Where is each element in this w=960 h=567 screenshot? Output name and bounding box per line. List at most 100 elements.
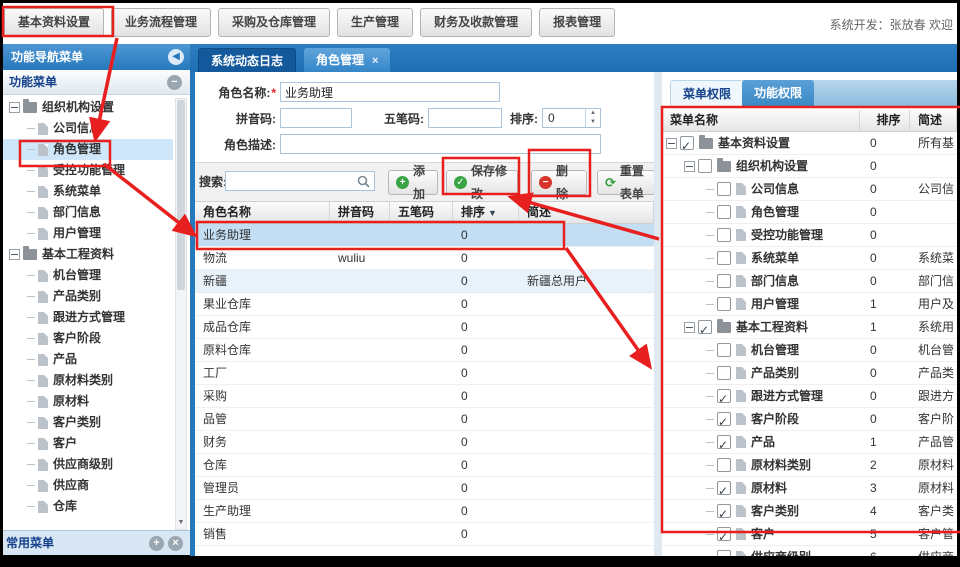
sidebar-item-13[interactable]: 产品 [3,349,173,370]
permission-row-1[interactable]: 基本资料设置0所有基 [662,132,957,155]
tree-expander-icon[interactable] [684,161,695,172]
permission-row-15[interactable]: 原材料类别2原材料 [662,454,957,477]
sidebar-item-9[interactable]: 机台管理 [3,265,173,286]
checkbox-unchecked[interactable] [698,159,712,173]
perm-column-header-2[interactable]: 排序 [860,110,910,132]
sidebar-item-10[interactable]: 产品类别 [3,286,173,307]
spinner-arrows-icon[interactable]: ▲▼ [585,109,600,127]
sidebar-item-12[interactable]: 客户阶段 [3,328,173,349]
tree-expander-icon[interactable] [9,249,20,260]
sidebar-item-3[interactable]: 角色管理 [3,139,173,160]
tab-close-icon[interactable]: × [372,55,378,67]
permission-row-11[interactable]: 产品类别0产品类 [662,362,957,385]
checkbox-unchecked[interactable] [717,205,731,219]
menu-item-5[interactable]: 财务及收款管理 [420,8,532,37]
checkbox-checked[interactable] [717,389,731,403]
sidebar-item-11[interactable]: 跟进方式管理 [3,307,173,328]
sidebar-item-15[interactable]: 原材料 [3,391,173,412]
checkbox-unchecked[interactable] [717,274,731,288]
collapse-minus-icon[interactable]: − [167,75,182,90]
table-row-13[interactable]: 生产助理0 [195,500,654,523]
checkbox-unchecked[interactable] [717,297,731,311]
checkbox-checked[interactable] [717,435,731,449]
column-header-3[interactable]: 五笔码 [390,202,453,224]
button-refresh[interactable]: ⟳重置表单 [597,170,655,195]
checkbox-unchecked[interactable] [717,550,731,556]
add-circle-icon[interactable]: + [149,536,164,551]
table-row-2[interactable]: 物流wuliu0 [195,247,654,270]
sidebar-item-17[interactable]: 客户 [3,433,173,454]
permission-row-2[interactable]: 组织机构设置0 [662,155,957,178]
checkbox-unchecked[interactable] [717,343,731,357]
sidebar-item-4[interactable]: 受控功能管理 [3,160,173,181]
tab-角色管理[interactable]: 角色管理× [304,48,390,72]
menu-item-3[interactable]: 采购及仓库管理 [218,8,330,37]
order-spinner[interactable]: 0 ▲▼ [542,108,601,128]
button-plus[interactable]: +添加 [388,170,438,195]
permission-row-6[interactable]: 系统菜单0系统菜 [662,247,957,270]
permission-row-16[interactable]: 原材料3原材料 [662,477,957,500]
sidebar-item-20[interactable]: 仓库 [3,496,173,517]
table-row-12[interactable]: 管理员0 [195,477,654,500]
role-name-input[interactable] [280,82,500,102]
menu-item-2[interactable]: 业务流程管理 [111,8,211,37]
checkbox-checked[interactable] [698,320,712,334]
permission-row-18[interactable]: 客户5客户管 [662,523,957,546]
menu-item-4[interactable]: 生产管理 [337,8,413,37]
checkbox-unchecked[interactable] [717,366,731,380]
table-row-3[interactable]: 新疆0新疆总用户 [195,270,654,293]
sidebar-item-14[interactable]: 原材料类别 [3,370,173,391]
table-row-10[interactable]: 财务0 [195,431,654,454]
perm-column-header-3[interactable]: 简述 [910,110,957,132]
panel-splitter[interactable] [654,72,662,556]
permission-row-17[interactable]: 客户类别4客户类 [662,500,957,523]
permission-row-4[interactable]: 角色管理0 [662,201,957,224]
column-header-5[interactable]: 简述 [519,202,654,224]
permission-row-14[interactable]: 产品1产品管 [662,431,957,454]
close-circle-icon[interactable]: × [168,536,183,551]
permission-row-10[interactable]: 机台管理0机台管 [662,339,957,362]
sidebar-item-2[interactable]: 公司信息 [3,118,173,139]
perm-column-header-1[interactable]: 菜单名称 [662,110,860,132]
table-row-11[interactable]: 仓库0 [195,454,654,477]
role-desc-input[interactable] [280,134,601,154]
sidebar-item-18[interactable]: 供应商级别 [3,454,173,475]
menu-item-1[interactable]: 基本资料设置 [4,8,104,37]
checkbox-checked[interactable] [717,527,731,541]
sidebar-item-16[interactable]: 客户类别 [3,412,173,433]
table-row-7[interactable]: 工厂0 [195,362,654,385]
permission-row-8[interactable]: 用户管理1用户及 [662,293,957,316]
button-minus[interactable]: −删除 [531,170,587,195]
perm-tab-功能权限[interactable]: 功能权限 [742,80,814,106]
permission-row-9[interactable]: 基本工程资料1系统用 [662,316,957,339]
checkbox-unchecked[interactable] [717,458,731,472]
sidebar-item-5[interactable]: 系统菜单 [3,181,173,202]
permission-row-13[interactable]: 客户阶段0客户阶 [662,408,957,431]
column-header-1[interactable]: 角色名称 [195,202,330,224]
permission-row-12[interactable]: 跟进方式管理0跟进方 [662,385,957,408]
permission-row-3[interactable]: 公司信息0公司信 [662,178,957,201]
table-row-6[interactable]: 原料仓库0 [195,339,654,362]
perm-tab-菜单权限[interactable]: 菜单权限 [670,80,744,106]
tree-expander-icon[interactable] [684,322,695,333]
permission-row-5[interactable]: 受控功能管理0 [662,224,957,247]
table-row-4[interactable]: 果业仓库0 [195,293,654,316]
sidebar-item-1[interactable]: 组织机构设置 [3,97,173,118]
search-input[interactable] [225,171,375,191]
checkbox-checked[interactable] [717,504,731,518]
checkbox-unchecked[interactable] [717,228,731,242]
collapse-left-icon[interactable]: ◀ [168,49,184,65]
table-row-8[interactable]: 采购0 [195,385,654,408]
table-row-14[interactable]: 销售0 [195,523,654,546]
checkbox-checked[interactable] [680,136,694,150]
permission-row-19[interactable]: 供应商级别6供应商 [662,546,957,556]
permission-row-7[interactable]: 部门信息0部门信 [662,270,957,293]
table-row-5[interactable]: 成品仓库0 [195,316,654,339]
column-header-2[interactable]: 拼音码 [330,202,390,224]
checkbox-unchecked[interactable] [717,251,731,265]
sidebar-item-19[interactable]: 供应商 [3,475,173,496]
menu-item-6[interactable]: 报表管理 [539,8,615,37]
scroll-down-icon[interactable]: ▼ [176,517,186,529]
tab-系统动态日志[interactable]: 系统动态日志 [198,48,296,72]
tree-expander-icon[interactable] [666,138,677,149]
